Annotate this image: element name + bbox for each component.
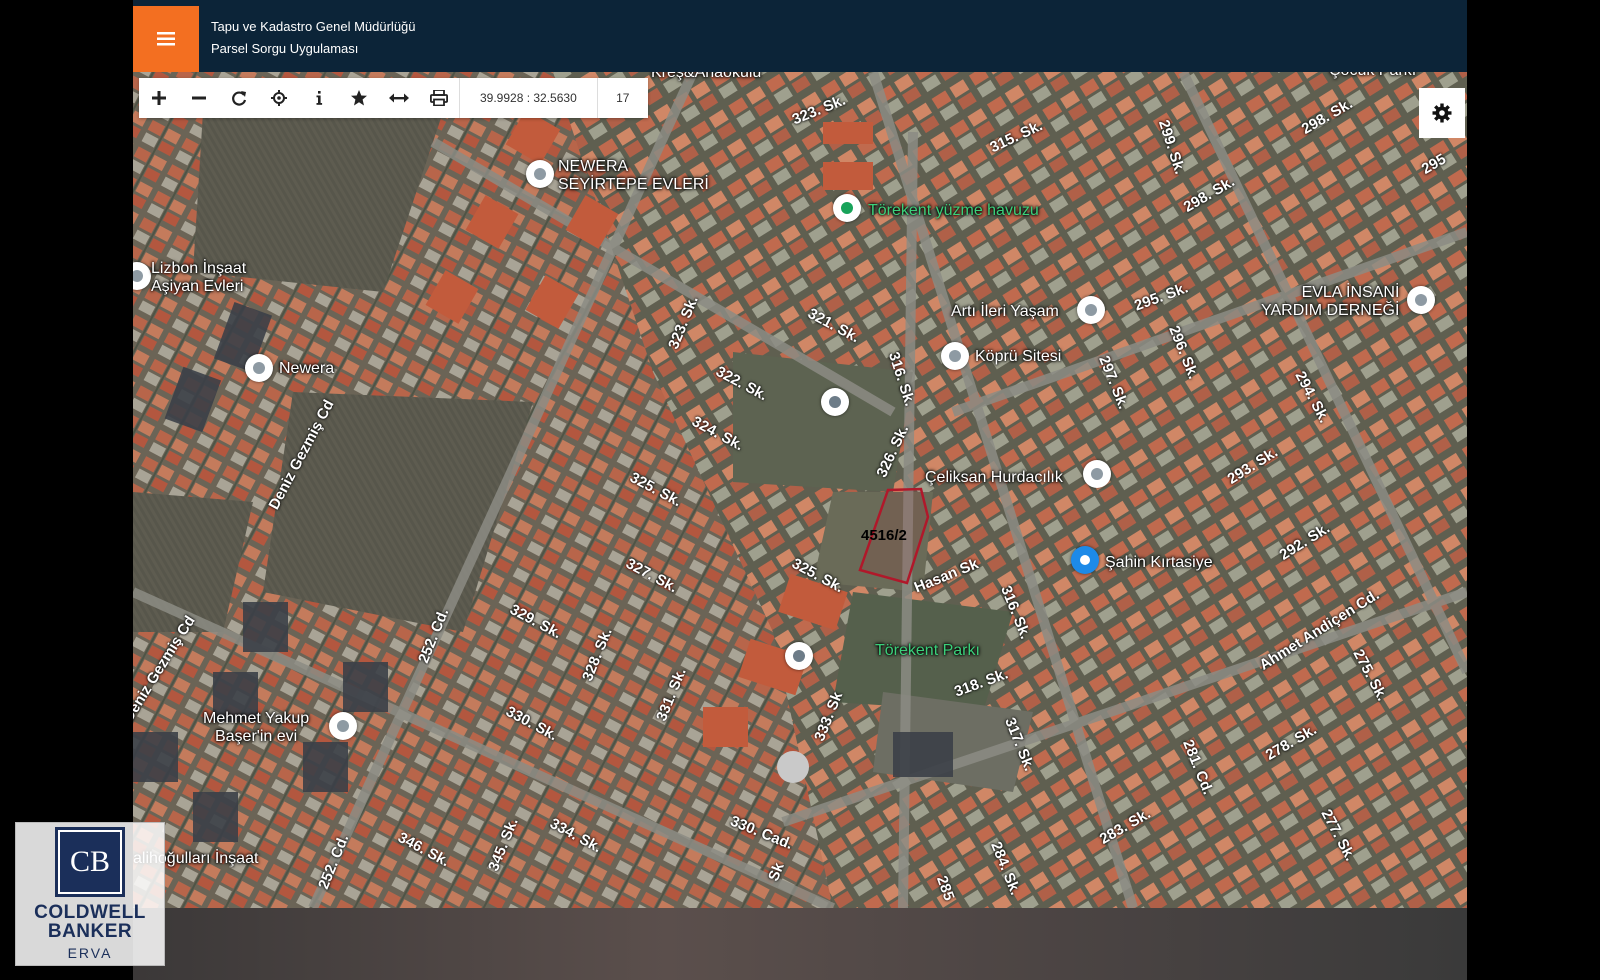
logo-monogram: CB [55, 827, 125, 897]
poi-label-torekent-parki: Törekent Parkı [875, 642, 980, 659]
poi-label-mehmet-yakup: Mehmet Yakup Başer'in evi [203, 710, 310, 745]
app-titles: Tapu ve Kadastro Genel Müdürlüğü Parsel … [211, 16, 416, 60]
poi-label-celiksan: Çeliksan Hurdacılık [925, 469, 1063, 486]
favorite-button[interactable] [339, 78, 379, 118]
coldwell-banker-logo: CB COLDWELL BANKER ERVA [15, 822, 165, 966]
poi-label-yuzme-havuzu: Törekent yüzme havuzu [868, 202, 1039, 219]
info-button[interactable] [299, 78, 339, 118]
poi-label-lizbon: Lizbon İnşaat Aşiyan Evleri [151, 260, 247, 295]
refresh-button[interactable] [219, 78, 259, 118]
measure-icon [389, 93, 409, 103]
poi-label-newera: Newera [279, 360, 335, 377]
refresh-icon [232, 91, 247, 106]
zoom-out-icon [192, 96, 206, 100]
locate-icon [271, 90, 287, 106]
poi-label-cocuk-parki: Çocuk Parkı [1329, 72, 1416, 80]
app-subtitle: Parsel Sorgu Uygulaması [211, 41, 359, 56]
logo-line-2: BANKER [47, 921, 133, 942]
poi-label-newera-seyirtepe: NEWERA SEYİRTEPE EVLERİ [558, 158, 709, 193]
poi-pin-kopru-sitesi[interactable] [941, 342, 969, 370]
logo-line-3: ERVA [67, 945, 113, 961]
poi-pin-sahin-kirtasiye[interactable] [1071, 546, 1099, 574]
menu-button[interactable] [133, 6, 199, 72]
poi-pin-newera[interactable] [245, 354, 273, 382]
hamburger-icon [157, 32, 175, 46]
poi-pin-arti-ileri[interactable] [1077, 296, 1105, 324]
zoom-in-button[interactable] [139, 78, 179, 118]
poi-label-sahin-kirtasiye: Şahin Kırtasiye [1105, 554, 1213, 571]
parcel-label[interactable]: 4516/2 [861, 527, 907, 544]
poi-pin-mehmet-yakup[interactable] [329, 712, 357, 740]
poi-label-evla: EVLA İNSANİ YARDIM DERNEĞİ [1261, 284, 1400, 319]
parcel-query-app: Tapu ve Kadastro Genel Müdürlüğü Parsel … [133, 0, 1467, 980]
print-button[interactable] [419, 78, 459, 118]
app-header: Tapu ve Kadastro Genel Müdürlüğü Parsel … [133, 0, 1467, 72]
poi-pin-evla[interactable] [1407, 286, 1435, 314]
measure-button[interactable] [379, 78, 419, 118]
settings-button[interactable] [1419, 88, 1465, 138]
locate-button[interactable] [259, 78, 299, 118]
poi-pin-school-1[interactable] [821, 388, 849, 416]
poi-pin-yuzme-havuzu[interactable] [833, 194, 861, 222]
poi-label-kres: Kreş&Anaokulu [651, 72, 762, 81]
print-icon [430, 90, 448, 106]
info-icon [316, 91, 323, 105]
app-title: Tapu ve Kadastro Genel Müdürlüğü [211, 19, 416, 34]
bottom-overlay [133, 908, 1467, 980]
star-icon [351, 90, 367, 106]
satellite-map[interactable]: Kreş&Anaokulu NEWERA SEYİRTEPE EVLERİ Tö… [133, 72, 1467, 908]
zoom-level-display: 17 [596, 78, 648, 118]
map-imagery [133, 72, 1467, 908]
poi-label-arti-ileri: Artı İleri Yaşam [951, 303, 1059, 320]
gear-icon [1432, 103, 1452, 123]
poi-pin-newera-seyirtepe[interactable] [526, 160, 554, 188]
logo-line-1: COLDWELL [34, 902, 146, 923]
poi-pin-school-2[interactable] [785, 642, 813, 670]
zoom-out-button[interactable] [179, 78, 219, 118]
poi-label-kopru-sitesi: Köprü Sitesi [975, 348, 1062, 365]
coordinates-display: 39.9928 : 32.5630 [459, 78, 597, 118]
zoom-in-icon [152, 91, 166, 105]
poi-pin-celiksan[interactable] [1083, 460, 1111, 488]
map-toolbar: 39.9928 : 32.5630 17 [139, 78, 648, 118]
